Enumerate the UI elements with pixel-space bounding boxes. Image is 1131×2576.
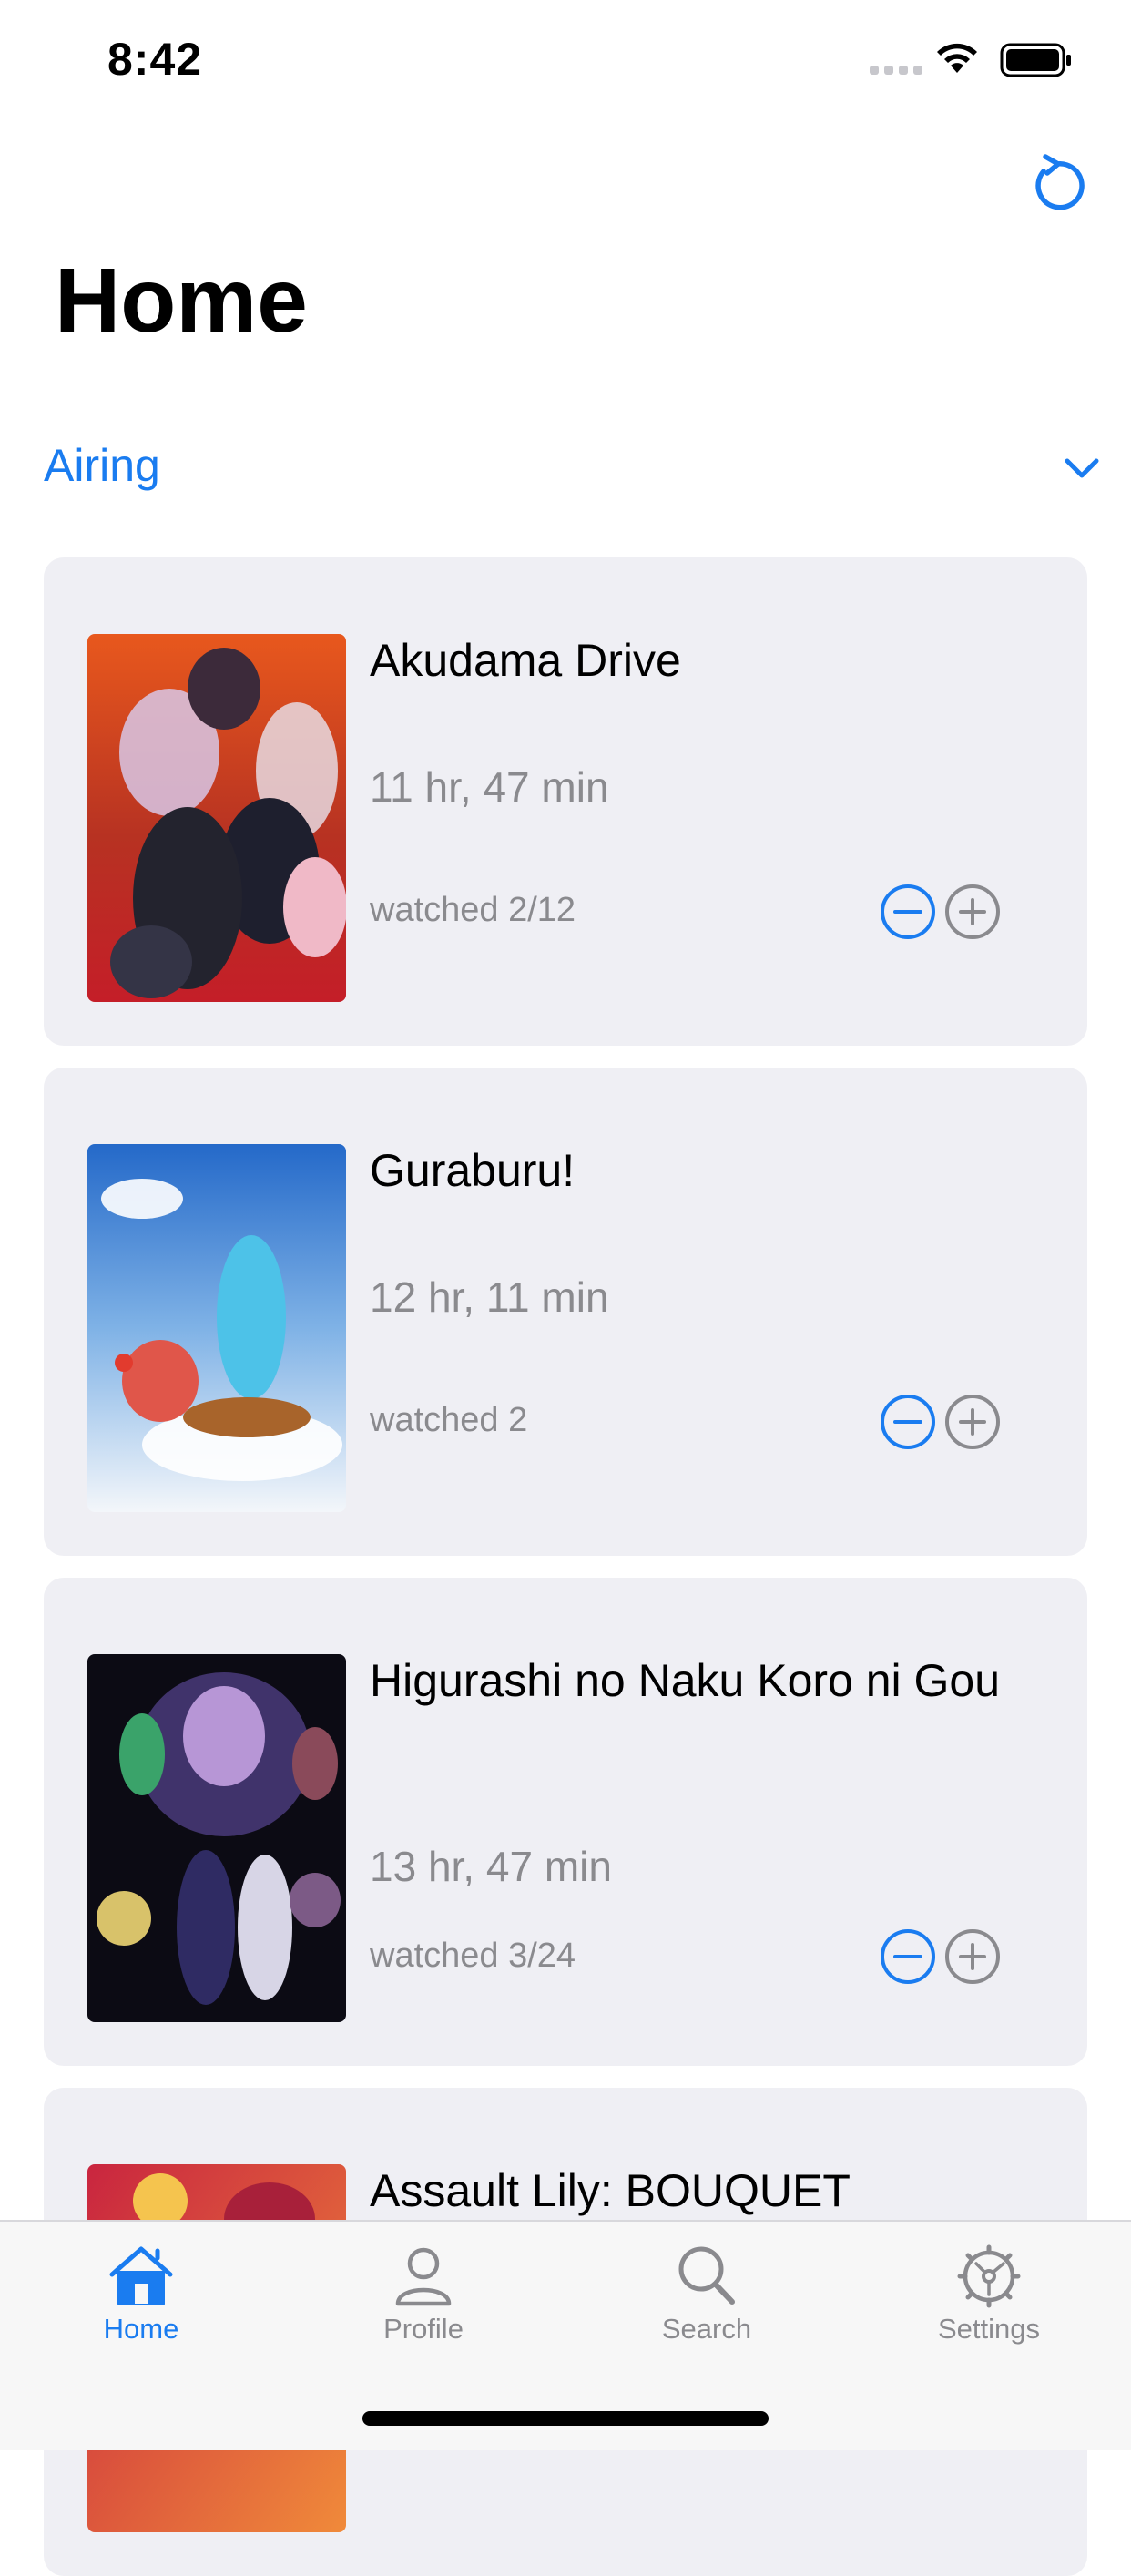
anime-title: Guraburu!	[370, 1145, 576, 1196]
anime-title: Assault Lily: BOUQUET	[370, 2165, 851, 2216]
anime-card[interactable]: Guraburu! 12 hr, 11 min watched 2	[44, 1068, 1087, 1556]
watched-progress: watched 2/12	[370, 891, 576, 929]
anime-title: Higurashi no Naku Koro ni Gou	[370, 1655, 1001, 1706]
chevron-down-icon	[1065, 458, 1099, 478]
tab-profile[interactable]: Profile	[332, 2244, 515, 2346]
gear-icon	[957, 2244, 1021, 2308]
watched-progress: watched 2	[370, 1401, 528, 1439]
tab-label: Home	[103, 2313, 179, 2345]
poster-image	[87, 634, 346, 1002]
anime-duration: 12 hr, 11 min	[370, 1273, 609, 1321]
anime-duration: 13 hr, 47 min	[370, 1843, 612, 1890]
anime-duration: 11 hr, 47 min	[370, 763, 609, 811]
tab-label: Settings	[937, 2313, 1040, 2345]
anime-card[interactable]: Higurashi no Naku Koro ni Gou 13 hr, 47 …	[44, 1578, 1087, 2066]
tab-label: Search	[661, 2313, 752, 2345]
anime-title: Akudama Drive	[370, 635, 681, 686]
home-indicator	[362, 2411, 769, 2426]
status-time: 8:42	[107, 34, 203, 85]
decrement-button[interactable]	[880, 1394, 936, 1450]
increment-button[interactable]	[944, 1394, 1001, 1450]
tab-label: Profile	[383, 2313, 464, 2345]
status-bar: 8:42	[0, 0, 1131, 128]
increment-button[interactable]	[944, 884, 1001, 940]
cellular-signal-icon	[870, 66, 922, 75]
watched-progress: watched 3/24	[370, 1937, 576, 1975]
increment-button[interactable]	[944, 1928, 1001, 1985]
section-label: Airing	[44, 440, 160, 491]
poster-image	[87, 1654, 346, 2022]
tab-search[interactable]: Search	[616, 2244, 798, 2346]
decrement-button[interactable]	[880, 884, 936, 940]
page-title: Home	[55, 250, 308, 352]
poster-image	[87, 1144, 346, 1512]
magnifier-icon	[678, 2246, 735, 2305]
section-dropdown[interactable]: Airing	[44, 428, 1100, 501]
anime-card[interactable]: Akudama Drive 11 hr, 47 min watched 2/12	[44, 557, 1087, 1046]
decrement-button[interactable]	[880, 1928, 936, 1985]
person-icon	[395, 2247, 452, 2306]
tab-home[interactable]: Home	[50, 2244, 232, 2346]
house-icon	[109, 2246, 173, 2305]
refresh-button[interactable]	[1025, 151, 1089, 215]
tab-settings[interactable]: Settings	[898, 2244, 1080, 2346]
wifi-icon	[937, 43, 977, 73]
battery-icon	[1000, 43, 1071, 77]
